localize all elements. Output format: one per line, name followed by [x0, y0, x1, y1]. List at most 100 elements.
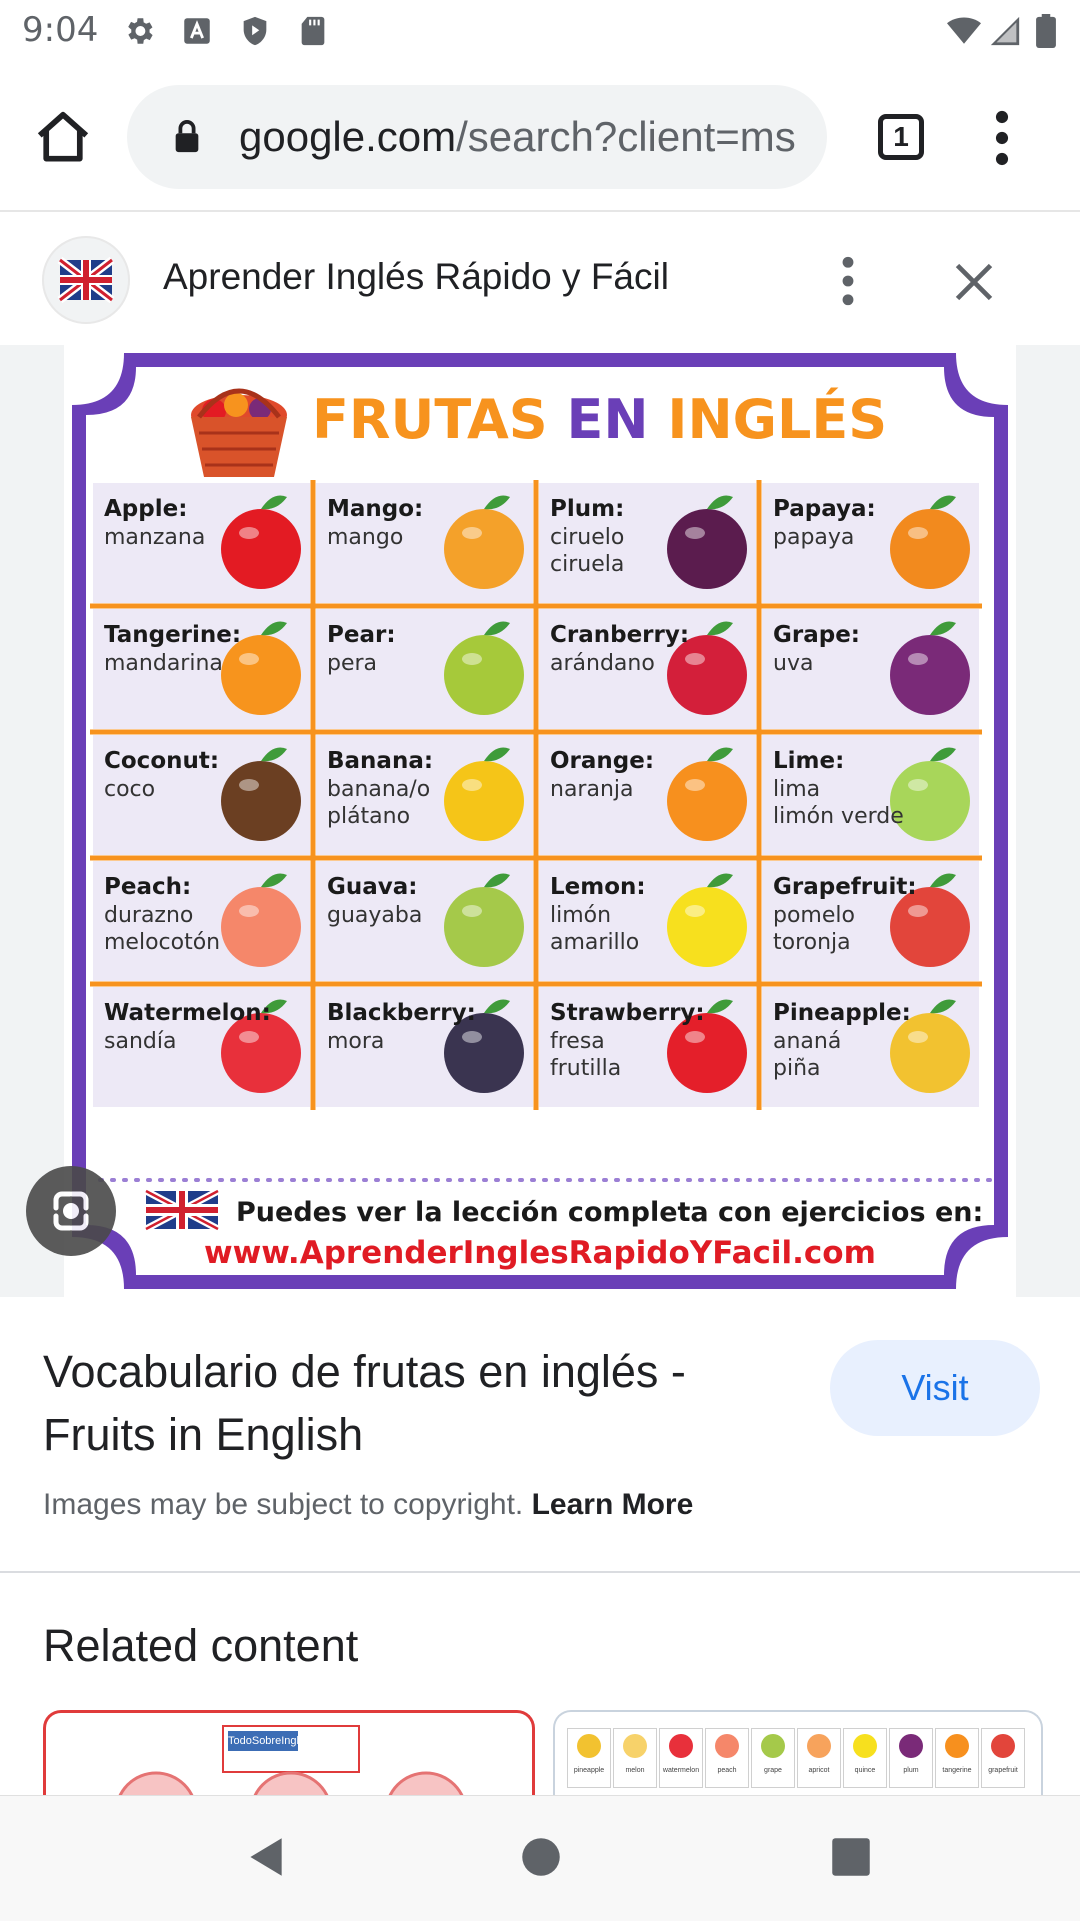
fruit-translation: plátano	[327, 804, 410, 829]
fruit-cell: Blackberry: mora	[316, 987, 533, 1107]
image-preview[interactable]: FRUTAS EN INGLÉS Apple: manzana Mango: mang…	[0, 345, 1080, 1297]
fruit-name: Lemon:	[550, 874, 646, 900]
fruit-cell: Lemon: limónamarillo	[539, 861, 756, 981]
fruit-dot	[715, 1734, 739, 1758]
settings-icon	[128, 18, 153, 44]
fruit-translation: mandarina	[104, 651, 223, 676]
related-fruit-label: tangerine	[942, 1767, 972, 1774]
fruit-cell: Guava: guayaba	[316, 861, 533, 981]
result-title[interactable]: Vocabulario de frutas en inglés - Fruits…	[43, 1340, 783, 1466]
fruit-highlight	[685, 527, 705, 539]
fruit-highlight	[908, 905, 928, 917]
fruit-dot	[853, 1734, 877, 1758]
fruit-name: Lime:	[773, 748, 844, 774]
fruits-infographic: FRUTAS EN INGLÉS Apple: manzana Mango: mang…	[64, 345, 1016, 1297]
related-fruit-label: plum	[903, 1767, 919, 1774]
browser-toolbar: google.com/search?client=ms 1	[0, 62, 1080, 212]
fruit-cell: Grape: uva	[762, 609, 979, 729]
related-fruit-label: quince	[854, 1767, 876, 1774]
fruit-translation: banana/o	[327, 777, 430, 802]
fruit-highlight	[239, 653, 259, 665]
fruit-translation: guayaba	[327, 903, 422, 928]
home-icon[interactable]	[32, 107, 94, 169]
fruit-name: Watermelon:	[104, 1000, 271, 1026]
fruit-name: Blackberry:	[327, 1000, 476, 1026]
fruit-translation: papaya	[773, 525, 854, 550]
close-icon[interactable]	[952, 260, 996, 304]
uk-flag-icon	[57, 256, 115, 304]
tab-switcher-button[interactable]: 1	[878, 114, 924, 160]
visit-button[interactable]: Visit	[830, 1340, 1040, 1436]
fruit-highlight	[685, 905, 705, 917]
back-icon[interactable]	[240, 1832, 290, 1882]
related-fruit-thumb: pineapple	[567, 1728, 611, 1788]
image-source-header: Aprender Inglés Rápido y Fácil	[0, 210, 1080, 345]
related-fruit-thumb: plum	[889, 1728, 933, 1788]
fruit-translation: ciruelo	[550, 525, 624, 550]
related-fruit-thumb: grapefruit	[981, 1728, 1025, 1788]
fruit-illustration	[890, 509, 970, 589]
fruit-illustration	[221, 509, 301, 589]
related-fruit-label: watermelon	[662, 1767, 700, 1774]
signal-icon	[990, 16, 1020, 46]
fruit-translation: mango	[327, 525, 403, 550]
fruit-highlight	[685, 779, 705, 791]
fruit-illustration	[667, 887, 747, 967]
fruit-cell: Plum: ciruelociruela	[539, 483, 756, 603]
url-text: google.com/search?client=ms	[239, 113, 796, 160]
fruit-translation: lima	[773, 777, 820, 802]
fruit-cell: Lime: limalimón verde	[762, 735, 979, 855]
fruit-illustration	[444, 887, 524, 967]
fruit-illustration	[667, 509, 747, 589]
fruit-name: Cranberry:	[550, 622, 689, 648]
learn-more-link[interactable]: Learn More	[532, 1488, 694, 1521]
fruit-name: Grape:	[773, 622, 860, 648]
fruit-dot	[899, 1734, 923, 1758]
fruit-translation: durazno	[104, 903, 193, 928]
infographic-title: FRUTAS EN INGLÉS	[312, 388, 887, 451]
fruit-highlight	[908, 653, 928, 665]
fruit-cell: Strawberry: fresafrutilla	[539, 987, 756, 1107]
fruit-translation: coco	[104, 777, 155, 802]
fruit-name: Grapefruit:	[773, 874, 917, 900]
copyright-notice: Images may be subject to copyright. Lear…	[43, 1488, 694, 1521]
fruit-name: Pear:	[327, 622, 396, 648]
related-fruit-thumb: apricot	[797, 1728, 841, 1788]
fruit-name: Apple:	[104, 496, 187, 522]
fruit-cell: Peach: duraznomelocotón	[93, 861, 310, 981]
related-fruit-thumb: quince	[843, 1728, 887, 1788]
fruit-translation: limón	[550, 903, 611, 928]
fruit-translation: arándano	[550, 651, 655, 676]
fruit-illustration	[444, 761, 524, 841]
fruit-highlight	[908, 527, 928, 539]
recents-square-icon[interactable]	[826, 1832, 876, 1882]
related-content-heading: Related content	[43, 1620, 359, 1671]
fruit-dot	[669, 1734, 693, 1758]
source-title[interactable]: Aprender Inglés Rápido y Fácil	[163, 256, 669, 298]
fruit-highlight	[908, 779, 928, 791]
address-bar[interactable]: google.com/search?client=ms	[127, 85, 827, 189]
fruit-name: Plum:	[550, 496, 624, 522]
more-vert-icon[interactable]	[838, 256, 858, 306]
fruit-highlight	[462, 1031, 482, 1043]
fruit-name: Tangerine:	[104, 622, 241, 648]
related-fruit-label: peach	[717, 1767, 737, 1774]
fruit-translation: uva	[773, 651, 813, 676]
fruit-translation: pera	[327, 651, 377, 676]
related-fruit-label: pineapple	[573, 1767, 605, 1774]
fruit-cell: Pear: pera	[316, 609, 533, 729]
fruit-cell: Cranberry: arándano	[539, 609, 756, 729]
fruit-highlight	[462, 653, 482, 665]
more-vert-icon[interactable]	[990, 110, 1014, 166]
related-fruit-label: grapefruit	[988, 1767, 1018, 1774]
related-fruit-label: grape	[764, 1767, 782, 1774]
home-circle-icon[interactable]	[516, 1832, 566, 1882]
fruit-cell: Banana: banana/oplátano	[316, 735, 533, 855]
lens-search-button[interactable]	[26, 1166, 116, 1256]
fruit-highlight	[239, 527, 259, 539]
fruit-cell: Papaya: papaya	[762, 483, 979, 603]
fruit-cell: Grapefruit: pomelotoronja	[762, 861, 979, 981]
status-bar: 9:04	[0, 0, 1080, 62]
fruit-translation: piña	[773, 1056, 821, 1081]
fruit-name: Coconut:	[104, 748, 219, 774]
